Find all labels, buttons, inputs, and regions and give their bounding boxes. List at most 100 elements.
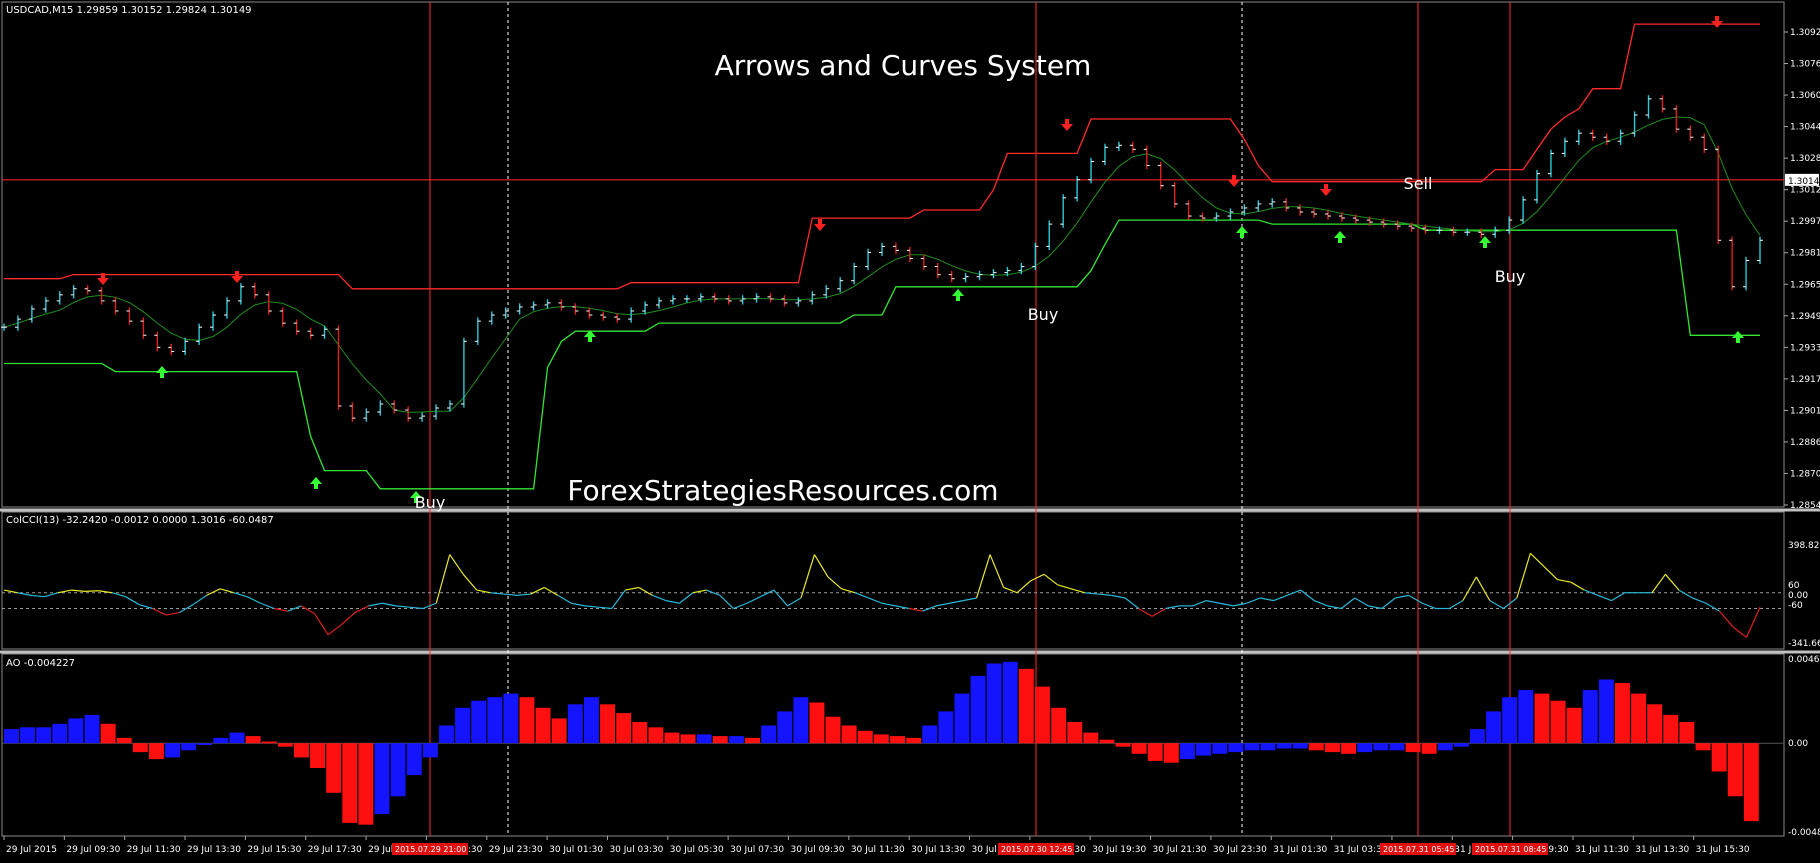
ao-bar [1002,661,1018,744]
cci-tick-label: 0.00 [1788,591,1808,601]
time-tick-label: 30 Jul 09:30 [790,845,844,855]
ao-bar [906,737,922,744]
ao-bar [471,700,487,744]
ao-bar [1018,668,1034,744]
ao-bar [68,718,84,744]
ao-bar [1260,743,1276,751]
ao-bar [1518,690,1534,744]
ao-bar [181,743,197,751]
cci-tick-label: -60 [1788,601,1803,611]
time-tick-label: 31 Jul 11:30 [1575,845,1629,855]
ao-bar [551,718,567,744]
price-tick-label: 1.30445 [1790,123,1820,133]
cci-segment [85,590,99,593]
ao-bar [261,741,277,744]
ao-bar [1631,693,1646,744]
time-tick-label: 31 Jul 01:30 [1273,845,1327,855]
ao-bar [149,743,164,760]
ao-bar [1228,743,1244,753]
ao-bar [1405,743,1421,753]
ao-bar [1598,679,1614,744]
ao-bar [1421,743,1437,754]
ao-bar [841,725,857,744]
ao-bar [890,736,905,744]
time-highlight-label: 2015.07.31 08:45 [1475,845,1546,854]
ao-bar [294,743,309,758]
ao-bar [277,743,293,747]
ao-bar [793,697,809,744]
time-tick-label: 30 Jul 01:30 [549,845,603,855]
ao-bar [1196,743,1211,756]
ao-bar [1115,743,1131,747]
price-tick-label: 1.29335 [1790,343,1820,353]
ao-bar [535,707,551,744]
ao-bar [36,727,52,744]
ao-bar [970,675,986,744]
time-tick-label: 29 Jul 11:30 [127,845,181,855]
ao-bar [857,730,873,744]
annotation-sell: Sell [1404,174,1433,193]
cci-window-label: ColCCI(13) -32.2420 -0.0012 0.0000 1.301… [6,515,274,526]
ao-tick-label: 0.004608 [1788,655,1820,665]
annotation-buy: Buy [1028,305,1059,324]
ao-bar [165,743,180,758]
ao-bar [825,716,841,744]
ao-bar [1035,686,1050,744]
price-tick-label: 1.30920 [1790,28,1820,38]
ao-bar [374,743,390,814]
time-tick-label: 30 Jul 13:30 [911,845,965,855]
time-tick-label: 29 Jul 23:30 [489,845,543,855]
time-tick-label: 29 Jul 15:30 [247,845,301,855]
chart-svg: 1.30920 1.30760 1.30600 1.30445 1.30285 1.301… [0,0,1820,858]
ao-bar [1292,743,1308,749]
time-tick-label: 30 Jul 07:30 [730,845,784,855]
ao-tick-label: 0.00 [1788,739,1808,749]
watermark: ForexStrategiesResources.com [567,474,998,507]
time-tick-label: 30 Jul 11:30 [851,845,905,855]
time-highlight-label: 2015.07.29 21:00 [395,845,466,854]
ao-bar [503,693,519,744]
ao-bar [116,737,132,744]
main-window-label: USDCAD,M15 1.29859 1.30152 1.29824 1.301… [6,5,252,16]
ao-bar [584,697,599,744]
time-tick-label: 30 Jul 19:30 [1092,845,1146,855]
ao-bar [52,723,68,744]
time-tick-label: 30 Jul 03:30 [609,845,663,855]
price-tick-label: 1.30285 [1790,154,1820,164]
ao-bar [1647,704,1663,744]
ao-bar [1212,743,1228,754]
time-tick-label: 30 Jul 21:30 [1153,845,1207,855]
ao-bar [1711,743,1727,772]
ao-bar [4,729,19,744]
ao-bar [487,697,503,744]
ao-bar [519,697,535,744]
price-tick-label: 1.28540 [1790,501,1820,511]
cci-tick-label: 60 [1788,581,1800,591]
time-highlight-label: 2015.07.30 12:45 [1001,845,1072,854]
time-tick-label: 30 Jul 23:30 [1213,845,1267,855]
time-tick-label: 31 Jul 13:30 [1635,845,1689,855]
time-tick-label: 29 Jul 17:30 [308,845,362,855]
time-tick-label: 31 Jul 15:30 [1696,845,1750,855]
ao-bar [809,702,825,744]
price-tick-label: 1.29810 [1790,249,1820,259]
ao-bar [648,727,664,744]
price-tick-label: 1.28700 [1790,469,1820,479]
time-tick-label: 31 Jul 03:30 [1334,845,1388,855]
ao-window-label: AO -0.004227 [6,658,75,669]
ao-bar [1131,743,1147,754]
ao-bar [873,734,889,744]
price-tick-label: 1.29015 [1790,406,1820,416]
ao-tick-label: -0.004813 [1788,828,1820,838]
ao-bar [1437,743,1453,751]
ao-bar [1486,711,1501,744]
ao-bar [1679,722,1695,744]
price-tick-label: 1.28860 [1790,438,1820,448]
ao-bar [1389,743,1405,751]
chart-area[interactable]: 1.30920 1.30760 1.30600 1.30445 1.30285 1.301… [0,0,1820,858]
ao-bar [1099,739,1115,744]
ao-bar [567,704,583,744]
ao-bar [1180,743,1195,760]
ao-bar [1502,697,1518,744]
price-tick-label: 1.30760 [1790,60,1820,70]
